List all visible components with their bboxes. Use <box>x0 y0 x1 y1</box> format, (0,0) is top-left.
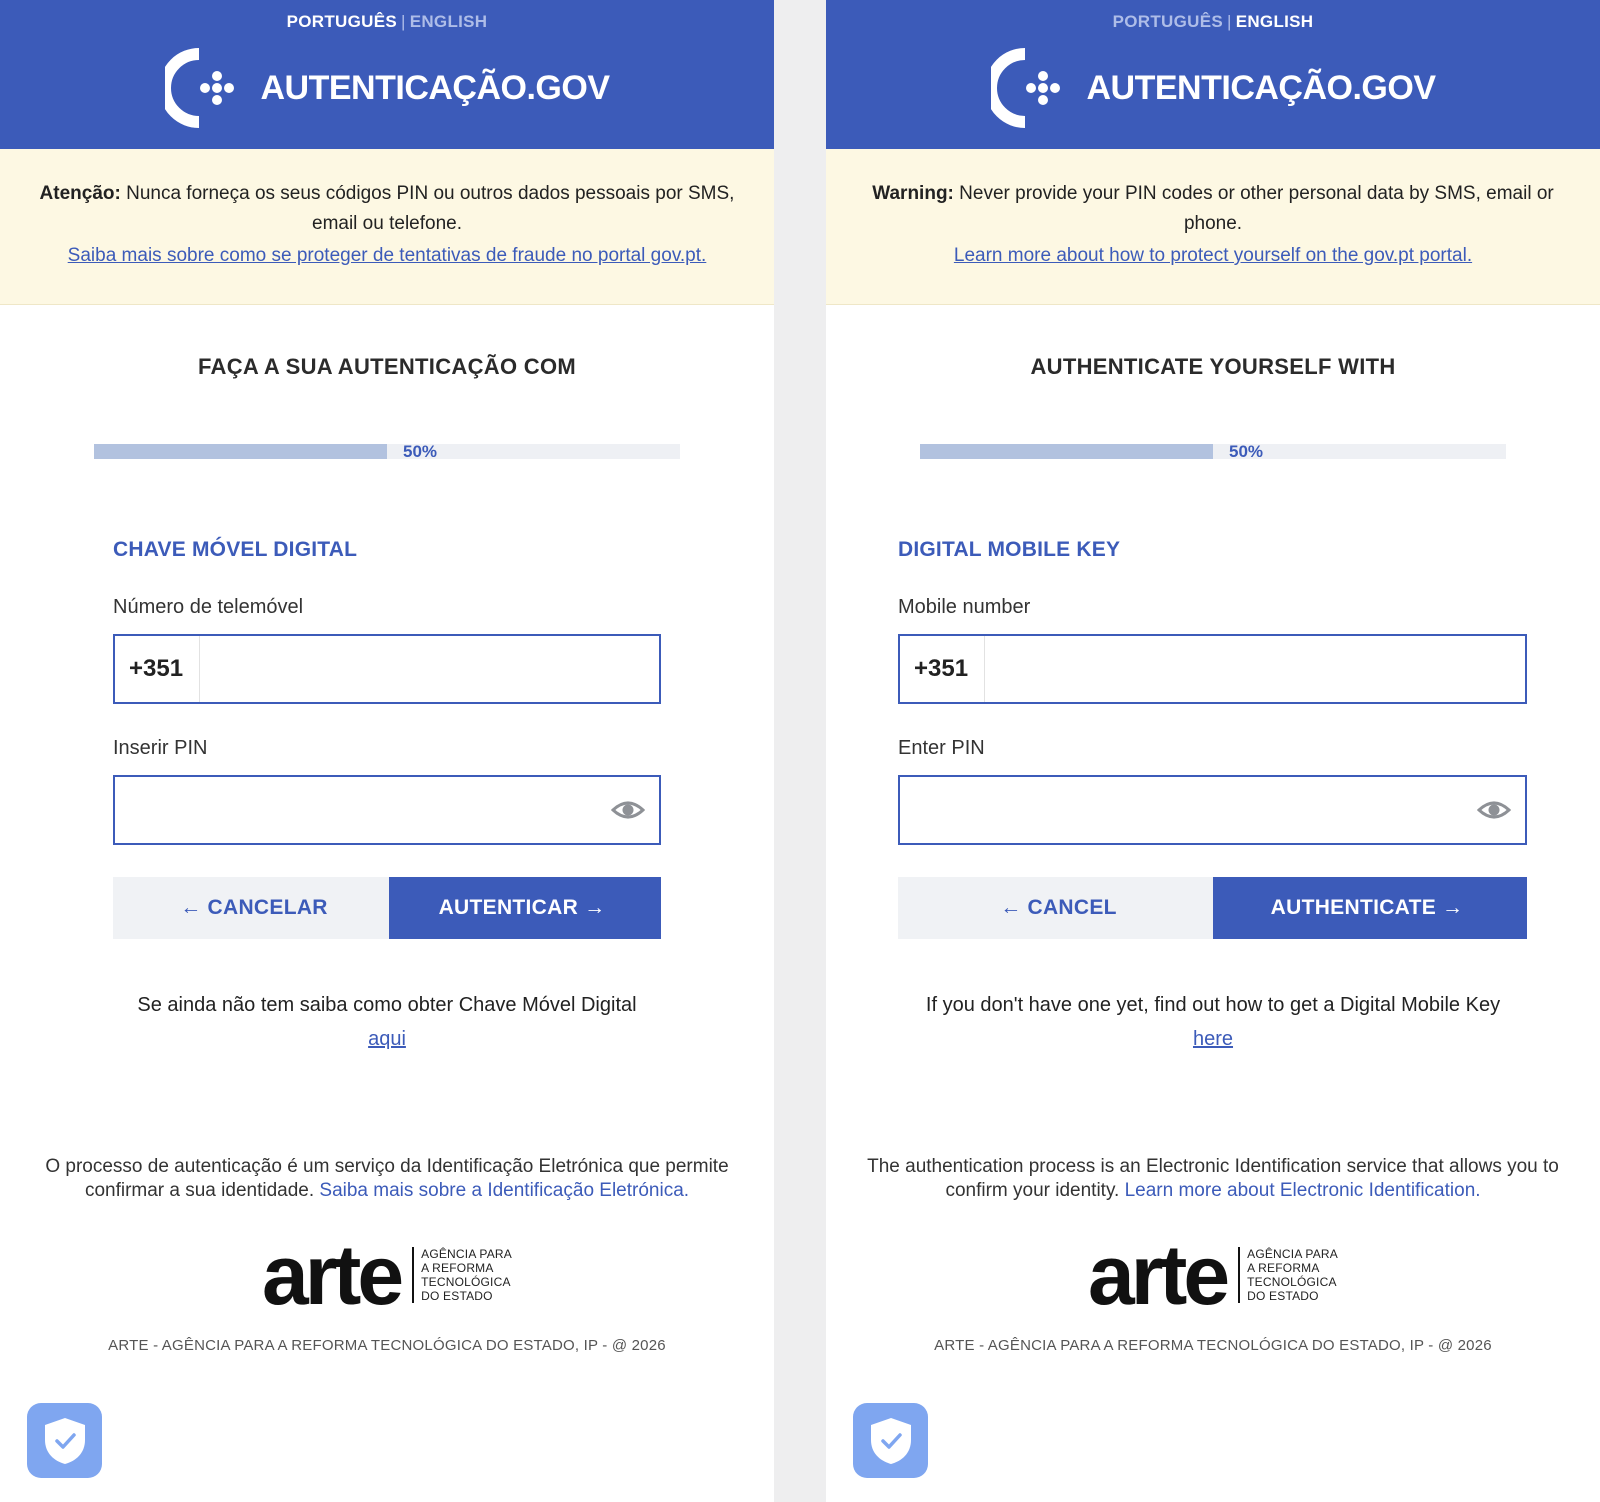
progress-bar <box>920 444 1506 459</box>
arte-subtitle-line: A REFORMA <box>421 1261 494 1275</box>
progress-bar <box>94 444 680 459</box>
lang-separator: | <box>401 12 406 31</box>
warning-text: Never provide your PIN codes or other pe… <box>959 183 1554 234</box>
warning-label: Atenção: <box>39 183 121 204</box>
about-text: The authentication process is an Electro… <box>836 1155 1590 1203</box>
site-logo[interactable]: AUTENTICAÇÃO.GOV <box>826 44 1600 132</box>
fraud-info-link[interactable]: Learn more about how to protect yourself… <box>826 245 1600 267</box>
phone-input[interactable] <box>215 636 649 702</box>
shield-check-icon <box>44 1417 85 1464</box>
site-logo-text: AUTENTICAÇÃO.GOV <box>260 68 611 107</box>
about-link[interactable]: Learn more about Electronic Identificati… <box>1125 1180 1481 1201</box>
phone-label: Mobile number <box>898 596 1031 618</box>
about-link[interactable]: Saiba mais sobre a Identificação Eletrón… <box>319 1180 689 1201</box>
pin-input[interactable] <box>129 777 599 843</box>
arte-subtitle-line: DO ESTADO <box>421 1289 493 1303</box>
progress-label: 50% <box>1229 442 1264 461</box>
arrow-right-icon: → <box>584 896 606 919</box>
phone-field: +351 <box>113 634 661 704</box>
lang-english-link[interactable]: ENGLISH <box>1236 12 1314 31</box>
authenticate-button-label: AUTENTICAR <box>438 896 579 919</box>
fraud-info-link[interactable]: Saiba mais sobre como se proteger de ten… <box>0 245 774 267</box>
progress-fill <box>920 444 1213 459</box>
copyright-text: ARTE - AGÊNCIA PARA A REFORMA TECNOLÓGIC… <box>934 1337 1492 1354</box>
arte-logo: arte AGÊNCIA PARA A REFORMA TECNOLÓGICA … <box>826 1228 1600 1322</box>
help-text: If you don't have one yet, find out how … <box>826 988 1600 1056</box>
help-link[interactable]: here <box>1193 1028 1233 1050</box>
shield-check-icon <box>870 1417 911 1464</box>
eye-icon[interactable] <box>611 795 645 825</box>
phone-label: Número de telemóvel <box>113 596 304 618</box>
country-code-prefix: +351 <box>914 636 986 702</box>
about-text: O processo de autenticação é um serviço … <box>10 1155 764 1203</box>
arte-logo: arte AGÊNCIA PARA A REFORMA TECNOLÓGICA … <box>0 1228 774 1322</box>
lang-english-link[interactable]: ENGLISH <box>410 12 488 31</box>
language-switcher: PORTUGUÊS | ENGLISH <box>826 12 1600 32</box>
pin-input[interactable] <box>914 777 1465 843</box>
cancel-button-label: CANCELAR <box>207 896 328 919</box>
eye-icon[interactable] <box>1477 795 1511 825</box>
arte-subtitle-line: AGÊNCIA PARA <box>421 1247 512 1261</box>
security-shield-button[interactable] <box>853 1403 928 1478</box>
cancel-button[interactable]: ← CANCELAR <box>113 877 389 939</box>
header: PORTUGUÊS | ENGLISH AUTENTICAÇÃO.GOV <box>826 0 1600 149</box>
pin-field <box>898 775 1527 845</box>
arte-subtitle-line: A REFORMA <box>1247 1261 1320 1275</box>
fraud-warning-banner: Warning: Never provide your PIN codes or… <box>826 149 1600 305</box>
auth-method-title: CHAVE MÓVEL DIGITAL <box>113 538 358 561</box>
authenticate-button[interactable]: AUTHENTICATE → <box>1213 877 1527 939</box>
arte-logo-subtitle: AGÊNCIA PARA A REFORMA TECNOLÓGICA DO ES… <box>1247 1247 1338 1303</box>
login-panel-english: PORTUGUÊS | ENGLISH AUTENTICAÇÃO.GOV Warni… <box>826 0 1600 1502</box>
auth-method-title: DIGITAL MOBILE KEY <box>898 538 1121 561</box>
page-title: FAÇA A SUA AUTENTICAÇÃO COM <box>197 354 576 379</box>
arte-logo-word: arte <box>262 1228 404 1322</box>
arte-logo-divider <box>1238 1247 1241 1303</box>
warning-message: Warning: Never provide your PIN codes or… <box>856 179 1570 239</box>
lang-separator: | <box>1227 12 1232 31</box>
warning-text: Nunca forneça os seus códigos PIN ou out… <box>126 183 735 234</box>
authenticate-button-label: AUTHENTICATE <box>1270 896 1437 919</box>
lang-portuguese-link[interactable]: PORTUGUÊS <box>287 12 397 31</box>
warning-label: Warning: <box>872 183 954 204</box>
arte-logo-subtitle: AGÊNCIA PARA A REFORMA TECNOLÓGICA DO ES… <box>421 1247 512 1303</box>
security-shield-button[interactable] <box>27 1403 102 1478</box>
cancel-button-label: CANCEL <box>1027 896 1117 919</box>
arte-subtitle-line: AGÊNCIA PARA <box>1247 1247 1338 1261</box>
arrow-left-icon: ← <box>180 896 202 919</box>
warning-message: Atenção: Nunca forneça os seus códigos P… <box>30 179 744 239</box>
arte-subtitle-line: TECNOLÓGICA <box>1247 1275 1337 1289</box>
pin-label: Inserir PIN <box>113 737 208 759</box>
arrow-left-icon: ← <box>1000 896 1022 919</box>
authenticate-button[interactable]: AUTENTICAR → <box>389 877 661 939</box>
arte-subtitle-line: TECNOLÓGICA <box>421 1275 511 1289</box>
phone-field: +351 <box>898 634 1527 704</box>
phone-input[interactable] <box>1000 636 1515 702</box>
lang-portuguese-link[interactable]: PORTUGUÊS <box>1113 12 1223 31</box>
progress-label: 50% <box>403 442 438 461</box>
country-code-prefix: +351 <box>129 636 201 702</box>
arrow-right-icon: → <box>1442 896 1464 919</box>
site-logo[interactable]: AUTENTICAÇÃO.GOV <box>0 44 774 132</box>
autenticacao-gov-logo-icon <box>164 48 234 128</box>
arte-logo-word: arte <box>1088 1228 1230 1322</box>
progress-fill <box>94 444 387 459</box>
fraud-warning-banner: Atenção: Nunca forneça os seus códigos P… <box>0 149 774 305</box>
autenticacao-gov-logo-icon <box>990 48 1060 128</box>
help-message: If you don't have one yet, find out how … <box>925 994 1501 1016</box>
pin-label: Enter PIN <box>898 737 985 759</box>
pin-field <box>113 775 661 845</box>
header: PORTUGUÊS | ENGLISH AUTENTICAÇÃO.GOV <box>0 0 774 149</box>
copyright-text: ARTE - AGÊNCIA PARA A REFORMA TECNOLÓGIC… <box>108 1337 666 1354</box>
help-message: Se ainda não tem saiba como obter Chave … <box>137 994 637 1016</box>
arte-subtitle-line: DO ESTADO <box>1247 1289 1319 1303</box>
arte-logo-divider <box>412 1247 415 1303</box>
site-logo-text: AUTENTICAÇÃO.GOV <box>1086 68 1437 107</box>
cancel-button[interactable]: ← CANCEL <box>898 877 1213 939</box>
page-title: AUTHENTICATE YOURSELF WITH <box>1030 354 1396 379</box>
help-text: Se ainda não tem saiba como obter Chave … <box>0 988 774 1056</box>
language-switcher: PORTUGUÊS | ENGLISH <box>0 12 774 32</box>
help-link[interactable]: aqui <box>368 1028 406 1050</box>
login-panel-portuguese: PORTUGUÊS | ENGLISH AUTENTICAÇÃO.GOV Atenç… <box>0 0 774 1502</box>
